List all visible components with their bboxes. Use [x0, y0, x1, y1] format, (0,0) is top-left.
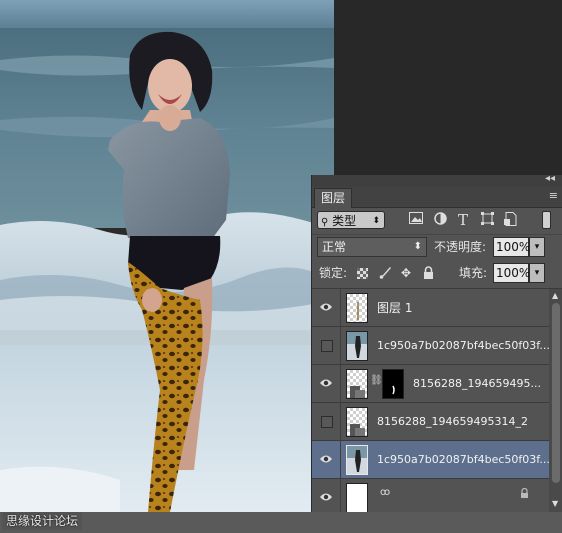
lock-position-icon[interactable]: ✥ [399, 266, 413, 280]
layers-panel: ◂◂ 图层 ≡ ⚲ 类型 ⬍ T 正常 ⬍ 不透明度: 100% ▾ 锁定: ✥… [311, 173, 562, 512]
photo-image [0, 0, 334, 512]
eye-icon [320, 493, 332, 501]
layer-visibility-toggle[interactable] [312, 327, 341, 365]
layer-list-scrollbar[interactable]: ▲ ▼ [549, 289, 562, 512]
layer-thumbnail [346, 483, 368, 512]
collapse-icon[interactable]: ◂◂ [545, 173, 555, 184]
tab-layers[interactable]: 图层 [314, 188, 353, 208]
layer-name[interactable]: 1c950a7b02087bf4bec50f03f... [377, 453, 549, 467]
panel-menu-icon[interactable]: ≡ [549, 189, 558, 202]
layer-mask-thumbnail[interactable] [382, 369, 404, 399]
eye-icon [320, 379, 332, 387]
opacity-label: 不透明度: [434, 240, 487, 254]
layer-visibility-toggle[interactable] [312, 441, 341, 479]
layer-lock-icon [520, 487, 529, 501]
adjustment-filter-icon[interactable] [432, 212, 448, 228]
lock-label: 锁定: [319, 266, 348, 280]
lock-transparent-pixels-icon[interactable] [357, 268, 368, 279]
layer-row[interactable]: 1c950a7b02087bf4bec50f03f... [312, 327, 549, 365]
smart-object-filter-icon[interactable] [502, 212, 518, 228]
eye-icon [320, 455, 332, 463]
layer-list: 图层 1 1c950a7b02087bf4bec50f03f... ⛓ 8156… [312, 289, 549, 512]
scroll-up-icon[interactable]: ▲ [552, 291, 558, 300]
search-icon: ⚲ [321, 217, 329, 228]
blend-mode-select[interactable]: 正常 ⬍ [317, 237, 427, 257]
fill-dropdown-button[interactable]: ▾ [529, 263, 545, 283]
type-filter-icon[interactable]: T [455, 212, 471, 228]
image-filter-icon[interactable] [408, 212, 424, 228]
layer-visibility-toggle[interactable] [312, 289, 341, 327]
status-bar [0, 512, 562, 533]
updown-icon: ⬍ [413, 241, 422, 252]
scroll-thumb[interactable] [552, 303, 560, 483]
panel-header-bar: ◂◂ [312, 173, 562, 187]
document-canvas[interactable] [0, 0, 334, 512]
layer-row[interactable]: ꝏ [312, 479, 549, 512]
fill-input[interactable]: 100% [493, 263, 530, 283]
opacity-dropdown-button[interactable]: ▾ [529, 237, 545, 257]
filter-toggle-switch[interactable] [542, 211, 551, 229]
hidden-visibility-box [321, 340, 333, 352]
filter-kind-label: 类型 [332, 214, 357, 228]
lock-image-pixels-icon[interactable] [378, 266, 392, 280]
layer-visibility-toggle[interactable] [312, 365, 341, 403]
updown-icon: ⬍ [372, 216, 380, 226]
hidden-visibility-box [321, 416, 333, 428]
canvas-background [334, 0, 562, 175]
layer-visibility-toggle[interactable] [312, 403, 341, 441]
layer-name[interactable]: 8156288_194659495... [413, 377, 541, 391]
shape-filter-icon[interactable] [479, 212, 495, 228]
layer-name[interactable]: 1c950a7b02087bf4bec50f03f... [377, 339, 549, 353]
lock-all-icon[interactable] [421, 266, 435, 280]
layer-filter-row: ⚲ 类型 ⬍ T [312, 207, 562, 234]
filter-kind-select[interactable]: ⚲ 类型 ⬍ [317, 211, 385, 229]
panel-tab-row: 图层 ≡ [312, 187, 562, 208]
layer-thumbnail [346, 407, 368, 437]
layer-visibility-toggle[interactable] [312, 479, 341, 512]
layer-name[interactable]: 图层 1 [377, 301, 412, 315]
layer-row-selected[interactable]: 1c950a7b02087bf4bec50f03f... [312, 441, 549, 479]
fill-label: 填充: [459, 266, 488, 280]
layer-row[interactable]: 图层 1 [312, 289, 549, 327]
layer-row[interactable]: 8156288_194659495314_2 [312, 403, 549, 441]
layer-thumbnail [346, 445, 368, 475]
blend-row: 正常 ⬍ 不透明度: 100% ▾ [312, 234, 562, 261]
mask-link-icon[interactable]: ⛓ [370, 375, 383, 386]
scroll-down-icon[interactable]: ▼ [552, 499, 558, 508]
blend-mode-value: 正常 [322, 240, 347, 254]
layer-thumbnail [346, 331, 368, 361]
layer-effects-icon: ꝏ [380, 487, 391, 498]
layer-name[interactable]: 8156288_194659495314_2 [377, 415, 528, 429]
watermark-text: 思缘设计论坛 [2, 512, 83, 530]
eye-icon [320, 303, 332, 311]
opacity-input[interactable]: 100% [493, 237, 530, 257]
layer-row[interactable]: ⛓ 8156288_194659495... [312, 365, 549, 403]
lock-row: 锁定: ✥ 填充: 100% ▾ [312, 260, 562, 289]
layer-thumbnail [346, 369, 368, 399]
layer-thumbnail [346, 293, 368, 323]
